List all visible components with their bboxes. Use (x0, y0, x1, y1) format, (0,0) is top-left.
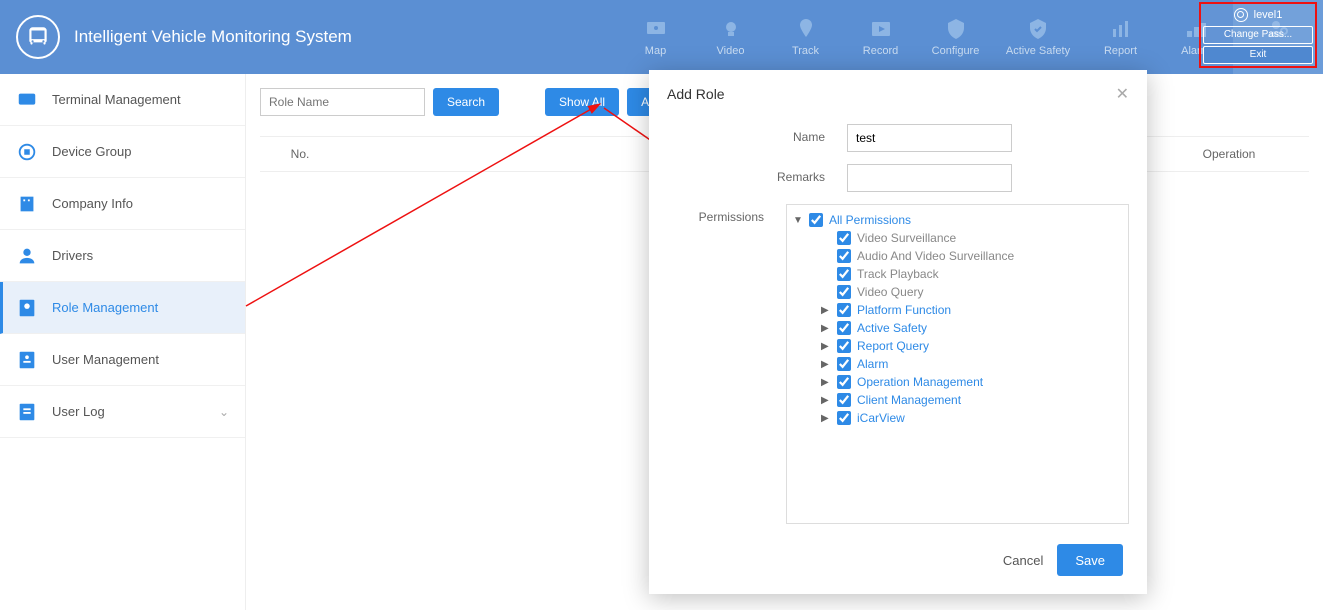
exit-button[interactable]: Exit (1203, 46, 1313, 64)
caret-right-icon[interactable]: ▶ (821, 305, 831, 316)
add-role-dialog: Add Role ✕ Name Remarks Permissions ▼ Al… (649, 70, 1147, 594)
search-button[interactable]: Search (433, 88, 499, 116)
sidebar-item-terminal-management[interactable]: Terminal Management (0, 74, 245, 126)
nav-report[interactable]: Report (1083, 0, 1158, 74)
th-no: No. (260, 147, 340, 161)
perm-icarview[interactable]: ▶iCarView (821, 409, 1122, 427)
perm-root[interactable]: ▼ All Permissions (793, 211, 1122, 229)
perm-root-children: Video Surveillance Audio And Video Surve… (793, 229, 1122, 427)
nav-video[interactable]: Video (693, 0, 768, 74)
app-title: Intelligent Vehicle Monitoring System (74, 27, 352, 47)
name-input[interactable] (847, 124, 1012, 152)
show-all-button[interactable]: Show All (545, 88, 619, 116)
chevron-down-icon: ⌄ (219, 405, 229, 419)
caret-down-icon[interactable]: ▼ (793, 215, 803, 226)
sidebar-item-company-info[interactable]: Company Info (0, 178, 245, 230)
sidebar-item-role-management[interactable]: Role Management (0, 282, 245, 334)
th-operation: Operation (1149, 147, 1309, 161)
cancel-button[interactable]: Cancel (1003, 553, 1043, 568)
user-icon (1234, 8, 1248, 22)
label-name: Name (667, 124, 847, 144)
nav-map[interactable]: Map (618, 0, 693, 74)
label-permissions: Permissions (667, 204, 786, 224)
app-header: Intelligent Vehicle Monitoring System Ma… (0, 0, 1323, 74)
sidebar-item-user-log[interactable]: User Log ⌄ (0, 386, 245, 438)
nav-track[interactable]: Track (768, 0, 843, 74)
role-name-search-input[interactable] (260, 88, 425, 116)
remarks-input[interactable] (847, 164, 1012, 192)
perm-track-playback[interactable]: Track Playback (821, 265, 1122, 283)
perm-audio-video-surveillance[interactable]: Audio And Video Surveillance (821, 247, 1122, 265)
perm-report-query[interactable]: ▶Report Query (821, 337, 1122, 355)
nav-active-safety[interactable]: Active Safety (993, 0, 1083, 74)
perm-operation-management[interactable]: ▶Operation Management (821, 373, 1122, 391)
perm-video-surveillance[interactable]: Video Surveillance (821, 229, 1122, 247)
close-icon[interactable]: ✕ (1116, 84, 1129, 104)
change-password-button[interactable]: Change Pass... (1203, 26, 1313, 44)
perm-video-query[interactable]: Video Query (821, 283, 1122, 301)
perm-alarm[interactable]: ▶Alarm (821, 355, 1122, 373)
perm-platform-function[interactable]: ▶Platform Function (821, 301, 1122, 319)
perm-active-safety[interactable]: ▶Active Safety (821, 319, 1122, 337)
permissions-tree: ▼ All Permissions Video Surveillance Aud… (786, 204, 1129, 524)
sidebar: Terminal Management Device Group Company… (0, 74, 246, 610)
sidebar-item-drivers[interactable]: Drivers (0, 230, 245, 282)
dialog-header: Add Role ✕ (649, 70, 1147, 118)
sidebar-item-user-management[interactable]: User Management (0, 334, 245, 386)
dialog-title: Add Role (667, 86, 725, 102)
nav-configure[interactable]: Configure (918, 0, 993, 74)
sidebar-item-device-group[interactable]: Device Group (0, 126, 245, 178)
logo-area: Intelligent Vehicle Monitoring System (0, 15, 368, 59)
nav-record[interactable]: Record (843, 0, 918, 74)
user-name-row[interactable]: level1 (1203, 6, 1313, 24)
dialog-footer: Cancel Save (649, 530, 1147, 580)
bus-icon (16, 15, 60, 59)
save-button[interactable]: Save (1057, 544, 1123, 576)
perm-root-checkbox[interactable] (809, 213, 823, 227)
perm-client-management[interactable]: ▶Client Management (821, 391, 1122, 409)
user-menu-highlight: level1 Change Pass... Exit (1199, 2, 1317, 68)
label-remarks: Remarks (667, 164, 847, 184)
